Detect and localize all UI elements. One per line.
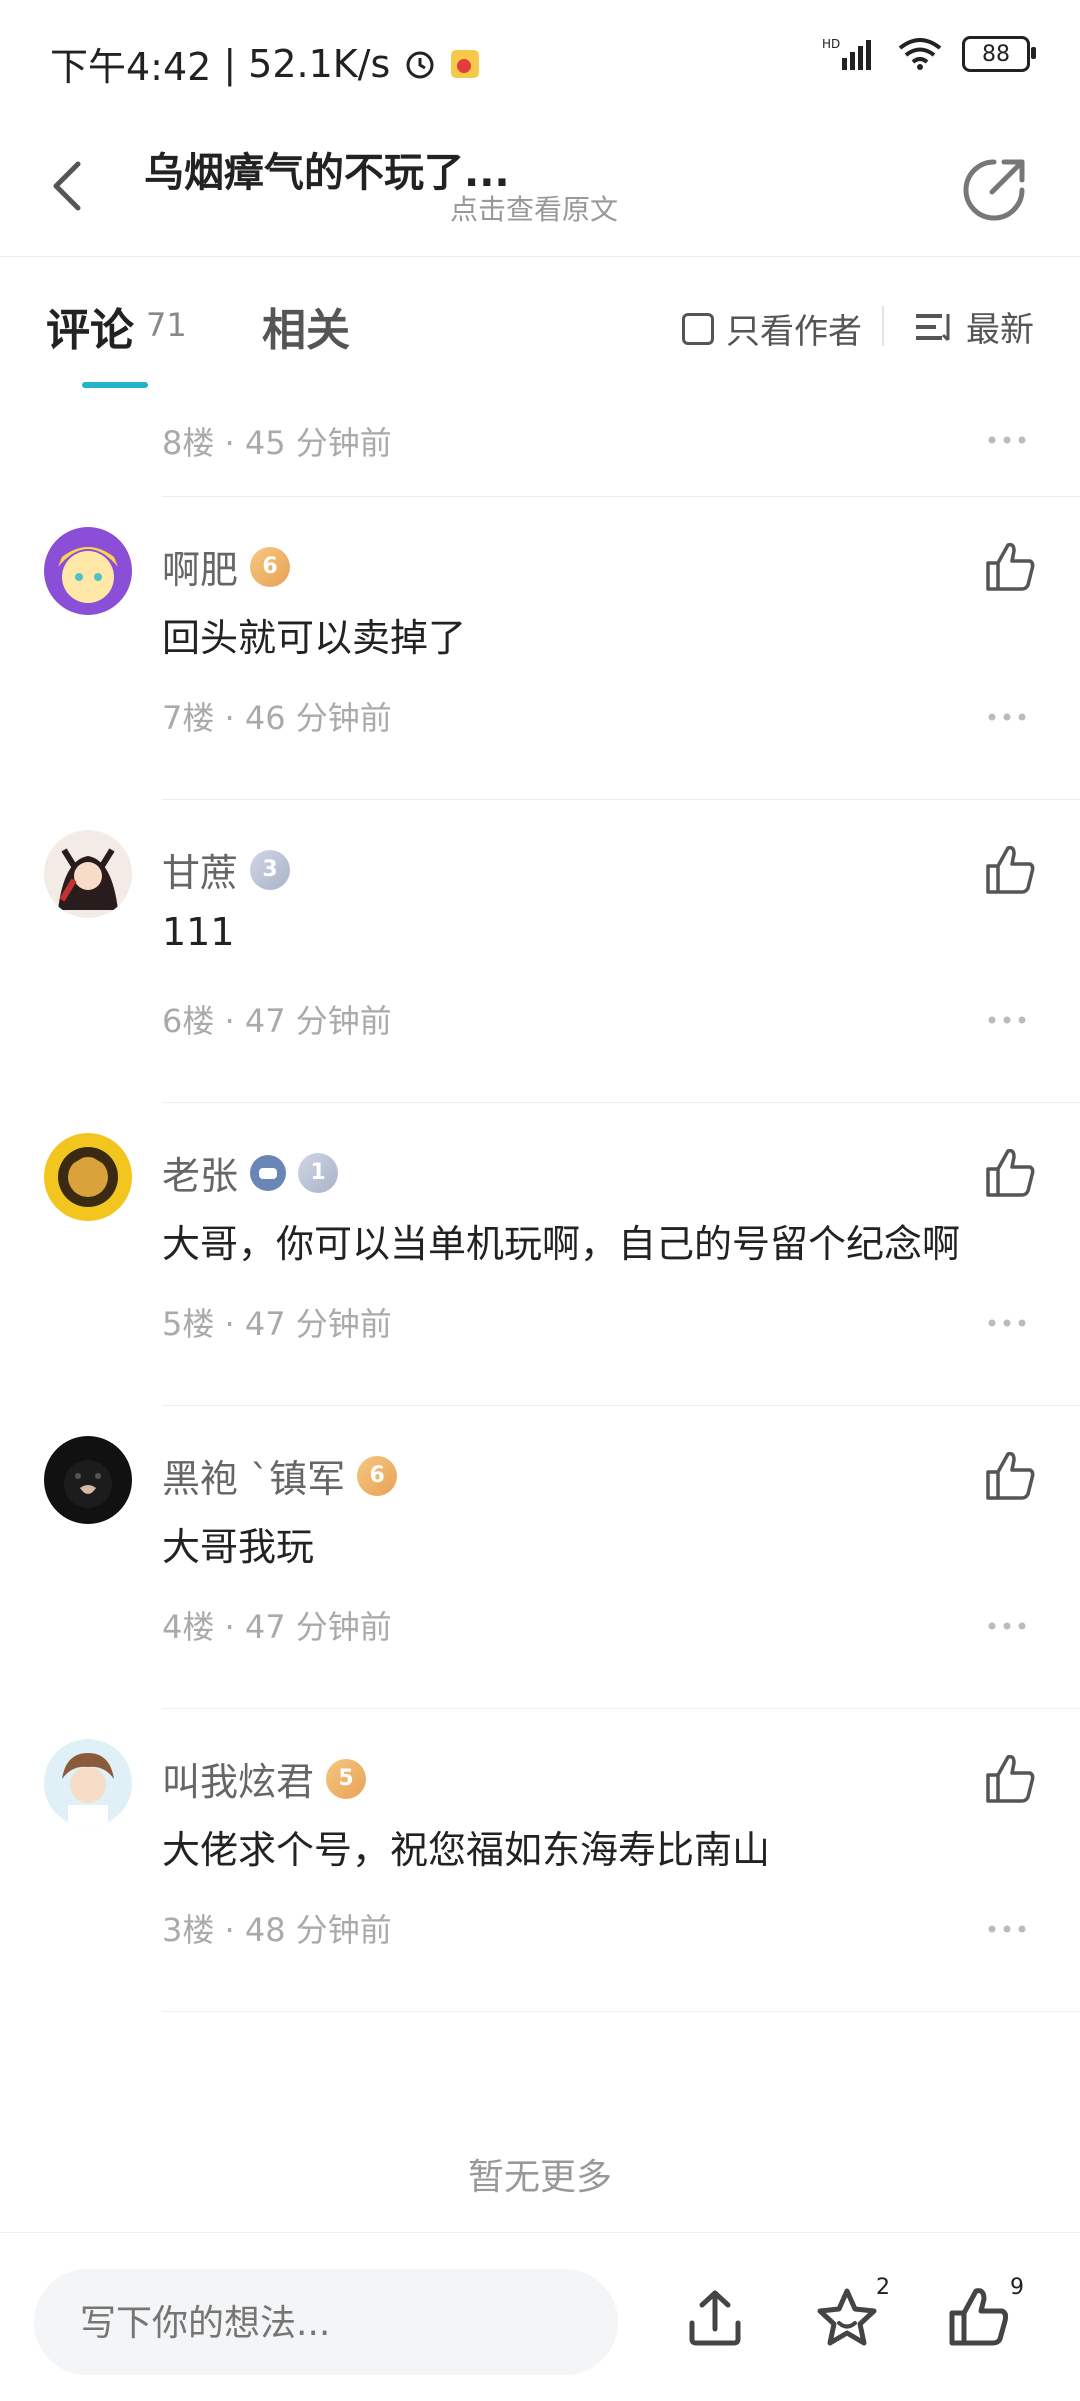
username[interactable]: 老张 [162,1145,238,1200]
user-line: 甘蔗 3 [162,842,291,897]
user-line: 叫我炫君 5 [162,1751,367,1806]
username[interactable]: 黑袍 `镇军 [162,1448,345,1503]
tab-indicator [82,382,148,388]
tab-bar: 评论 71 相关 只看作者 最新 [0,256,1080,396]
more-icon[interactable] [982,1616,1032,1636]
view-original-link[interactable]: 点击查看原文 [450,188,618,228]
more-icon[interactable] [982,1313,1032,1333]
comment-item: 老张 1 大哥，你可以当单机玩啊，自己的号留个纪念啊 5楼 · 47 分钟前 [0,1103,1080,1406]
avatar[interactable] [44,1436,132,1524]
signal-icon: HD [822,37,871,70]
battery-level: 88 [982,41,1010,67]
comment-item: 甘蔗 3 111 6楼 · 47 分钟前 [0,800,1080,1103]
more-icon[interactable] [982,707,1032,727]
only-author-toggle[interactable]: 只看作者 [682,304,862,353]
user-line: 黑袍 `镇军 6 [162,1448,398,1503]
sort-button[interactable]: 最新 [914,302,1034,351]
comment-item: 啊肥 6 回头就可以卖掉了 7楼 · 46 分钟前 [0,497,1080,800]
status-bar: 下午4:42 | 52.1K/s HD 88 [0,0,1080,120]
back-button[interactable] [46,146,106,226]
status-left: 下午4:42 | 52.1K/s [50,36,480,91]
svg-text:HD: HD [822,37,840,51]
username[interactable]: 甘蔗 [162,842,238,897]
level-badge: 5 [326,1758,367,1799]
level-badge: 3 [250,849,291,890]
battery-indicator: 88 [962,36,1036,72]
username[interactable]: 叫我炫君 [162,1751,314,1806]
thumbs-up-icon[interactable] [980,1749,1040,1809]
status-net-speed: 52.1K/s [248,41,391,86]
level-badge: 6 [250,546,291,587]
username[interactable]: 啊肥 [162,539,238,594]
status-right: HD 88 [822,36,1036,72]
comment-meta: 3楼 · 48 分钟前 [162,1911,392,1949]
sort-icon [916,313,950,341]
checkbox-icon [682,312,714,345]
thumbs-up-icon[interactable] [980,840,1040,900]
comment-text: 111 [162,910,235,954]
comment-input[interactable] [34,2269,602,2377]
top-nav: 乌烟瘴气的不玩了... 点击查看原文 [0,120,1080,257]
user-line: 老张 1 [162,1145,339,1200]
alarm-icon [406,51,434,78]
share-upload-icon[interactable] [680,2283,750,2353]
favorite-count: 2 [876,2275,890,2300]
thumbs-up-icon[interactable] [980,1143,1040,1203]
level-badge: 1 [298,1152,339,1193]
comment-item: 叫我炫君 5 大佬求个号，祝您福如东海寿比南山 3楼 · 48 分钟前 [0,1709,1080,2012]
comment-input-box[interactable] [34,2269,618,2377]
star-icon[interactable] [812,2283,882,2353]
comment-count: 71 [146,306,187,344]
tab-divider [882,306,884,346]
weibo-icon [451,49,480,78]
divider [162,2011,1080,2012]
avatar-anime-girl [44,527,132,615]
no-more-label: 暂无更多 [467,2157,612,2198]
avatar[interactable] [44,527,132,615]
gamepad-icon [250,1154,287,1191]
wifi-icon [898,38,942,70]
avatar[interactable] [44,830,132,918]
level-badge: 6 [357,1455,398,1496]
thumbs-up-icon[interactable] [980,537,1040,597]
avatar-fox-girl [44,830,132,918]
avatar[interactable] [44,1739,132,1827]
more-icon[interactable] [982,430,1032,450]
avatar-black-cat [44,1436,132,1524]
comment-text: 大佬求个号，祝您福如东海寿比南山 [162,1828,771,1872]
comment-text: 回头就可以卖掉了 [162,616,467,660]
share-button[interactable] [954,150,1034,230]
thumbs-up-icon[interactable] [980,1446,1040,1506]
comment-text: 大哥，你可以当单机玩啊，自己的号留个纪念啊 [162,1222,961,1266]
avatar-anime-boy [44,1739,132,1827]
sort-label: 最新 [966,310,1034,350]
comment-meta: 7楼 · 46 分钟前 [162,699,392,737]
comment-meta: 8楼 · 45 分钟前 [162,424,392,462]
thumbs-up-icon[interactable] [944,2283,1014,2353]
avatar-warrior [44,1133,132,1221]
comment-meta: 6楼 · 47 分钟前 [162,1002,392,1040]
more-icon[interactable] [982,1010,1032,1030]
status-separator: | [223,41,237,86]
more-icon[interactable] [982,1919,1032,1939]
chevron-left-icon [53,161,81,211]
avatar[interactable] [44,1133,132,1221]
comment-item: 黑袍 `镇军 6 大哥我玩 4楼 · 47 分钟前 [0,1406,1080,1709]
share-icon [963,159,1025,221]
user-line: 啊肥 6 [162,539,291,594]
tab-comments[interactable]: 评论 [46,294,134,358]
comment-text: 大哥我玩 [162,1525,315,1569]
status-time: 下午4:42 [50,45,212,89]
like-count: 9 [1010,2275,1024,2300]
only-author-label: 只看作者 [726,312,862,352]
bottom-action-bar: 2 9 [0,2232,1080,2401]
tab-related[interactable]: 相关 [262,294,350,358]
comment-meta: 5楼 · 47 分钟前 [162,1305,392,1343]
comment-meta: 4楼 · 47 分钟前 [162,1608,392,1646]
